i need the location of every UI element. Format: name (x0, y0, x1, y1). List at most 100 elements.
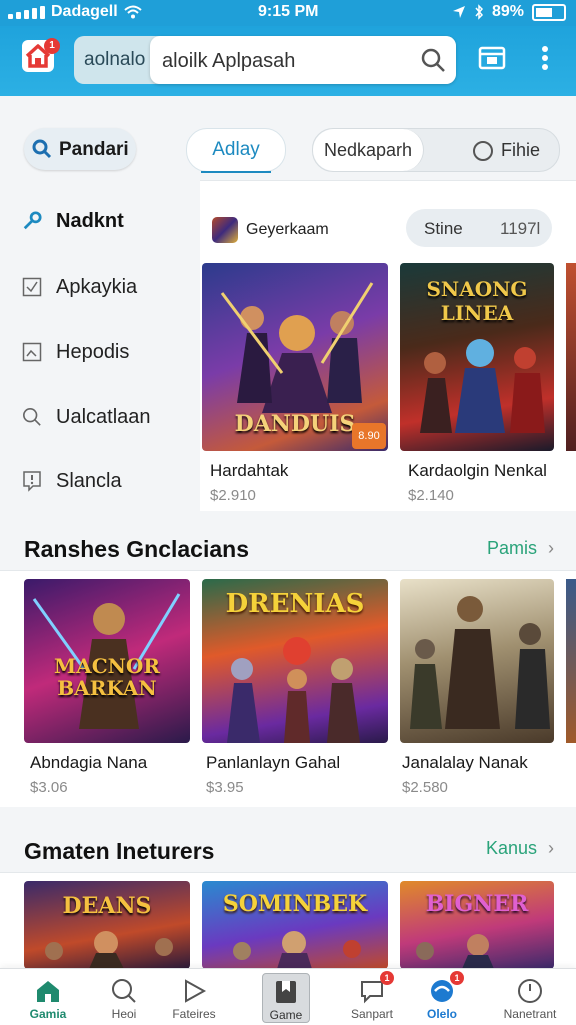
cover-title-art: DRENIAS (225, 589, 365, 619)
game-cover-image: SOMINBEK (202, 881, 388, 969)
app-thumbnail (212, 217, 238, 243)
calendar-button[interactable] (478, 44, 506, 77)
sidebar-item-slancla[interactable]: Slancla (22, 466, 122, 496)
nav-item-gamia[interactable]: Gamia (10, 969, 86, 1025)
battery-percent: 89% (491, 3, 524, 20)
nav-label: Game (269, 1008, 303, 1022)
search-icon (22, 407, 42, 427)
section-carousel: DEANS SOMINBEK BIGNER (0, 872, 576, 969)
chevron-right-icon: › (548, 538, 554, 558)
featured-header-title: Geyerkaam (246, 221, 329, 238)
game-card[interactable]: DEANS (24, 881, 190, 969)
search-input[interactable] (160, 46, 414, 76)
game-card[interactable]: BIGNER (400, 881, 554, 969)
cover-title-art: MACNOR BARKAN (54, 654, 160, 700)
calendar-icon (478, 46, 506, 70)
notification-badge: 1 (450, 971, 464, 985)
search-icon (32, 139, 52, 159)
game-card[interactable]: MACNOR BARKAN Abndagia Nana $3.06 (24, 579, 190, 803)
nav-item-nanetrant[interactable]: Nanetrant (492, 969, 568, 1025)
see-all-label: Pamis (486, 538, 537, 558)
nav-item-olelo[interactable]: 1 Olelo (404, 969, 480, 1025)
game-price: $2.910 (210, 487, 256, 504)
radio-icon[interactable] (473, 141, 493, 161)
game-price: $2.140 (408, 487, 454, 504)
search-icon[interactable] (420, 47, 446, 73)
cover-title-art: DEANS (62, 893, 152, 919)
game-title: Kardaolgin Nenkal (408, 461, 547, 480)
warrior-illustration (410, 596, 550, 729)
game-card[interactable]: Janalalay Nanak $2.580 (400, 579, 554, 803)
search-field (150, 36, 456, 84)
nav-label: Heoi (111, 1007, 137, 1021)
section-title: Gmaten Ineturers (24, 838, 215, 864)
play-icon (185, 979, 207, 1003)
game-title: Janalalay Nanak (402, 753, 528, 772)
game-card[interactable]: DANDUIS 8.90 Hardahtak $2.910 (202, 263, 388, 509)
search-scope-chip[interactable]: aolnalo (84, 49, 145, 71)
carrier-label: Dadagell (51, 3, 118, 20)
nav-item-game[interactable]: Game (262, 973, 310, 1023)
pandari-label: Pandari (59, 139, 129, 160)
nav-label: Fateires (172, 1007, 216, 1021)
sidebar-item-label: Hepodis (56, 340, 130, 363)
bluetooth-icon (475, 4, 483, 20)
nav-item-fateires[interactable]: Fateires (156, 969, 232, 1025)
game-cover-image (400, 579, 554, 743)
sidebar-item-apkaykia[interactable]: Apkaykia (22, 272, 137, 302)
sidebar: Nadknt Apkaykia Hepodis Ualcatlaan Slanc… (0, 180, 200, 510)
bookmark-icon (276, 981, 296, 1003)
stine-value: 1197l (500, 219, 541, 238)
pandari-chip[interactable]: Pandari (24, 128, 136, 170)
next-card-peek (566, 579, 576, 743)
tab-adlay-label: Adlay (212, 139, 260, 160)
segment-control: Nedkaparh Fihie (312, 128, 560, 172)
nav-item-sanpart[interactable]: 1 Sanpart (334, 969, 410, 1025)
game-card[interactable]: SNAONG LINEA Kardaolgin Nenkal $2.140 (400, 263, 554, 509)
sidebar-item-hepodis[interactable]: Hepodis (22, 337, 129, 367)
see-all-link[interactable]: Kanus › (486, 838, 554, 859)
clock: 9:15 PM (258, 3, 319, 20)
bottom-navigation: Gamia Heoi Fateires Game 1 Sanpart 1 Ole… (0, 968, 576, 1025)
tab-underline (201, 171, 271, 173)
nav-item-heoi[interactable]: Heoi (86, 969, 162, 1025)
sidebar-item-label: Slancla (56, 469, 122, 492)
status-bar: Dadagell 9:15 PM 89% (0, 0, 576, 26)
section-carousel: MACNOR BARKAN Abndagia Nana $3.06 DRENIA… (0, 570, 576, 807)
sidebar-item-nadknt[interactable]: Nadknt (22, 206, 124, 236)
image-icon (22, 342, 42, 362)
nav-label: Sanpart (350, 1007, 394, 1021)
stine-label: Stine (424, 219, 463, 238)
sidebar-item-ualcatlaan[interactable]: Ualcatlaan (22, 402, 151, 432)
game-price: $3.06 (30, 779, 68, 796)
featured-panel: Geyerkaam Stine 1197l DANDUIS 8.90 Harda… (200, 180, 576, 511)
tab-adlay[interactable]: Adlay (186, 128, 286, 173)
game-price: $3.95 (206, 779, 244, 796)
next-card-peek (566, 263, 576, 451)
chevron-right-icon: › (548, 838, 554, 858)
see-all-link[interactable]: Pamis › (487, 538, 554, 559)
signal-icon (8, 5, 45, 19)
more-button[interactable] (540, 44, 550, 77)
stine-pill[interactable]: Stine 1197l (406, 209, 552, 247)
nav-label: Nanetrant (503, 1007, 557, 1021)
segment-nedkaparh[interactable]: Nedkaparh (313, 129, 424, 171)
game-cover-image: DANDUIS 8.90 (202, 263, 388, 451)
notification-badge: 1 (44, 38, 60, 54)
game-cover-image: DEANS (24, 881, 190, 969)
game-card[interactable]: SOMINBEK (202, 881, 388, 969)
sidebar-item-label: Nadknt (56, 209, 124, 232)
game-title: Abndagia Nana (30, 753, 148, 772)
game-price: $2.580 (402, 779, 448, 796)
filter-label[interactable]: Fihie (501, 140, 540, 161)
game-card[interactable]: DRENIAS Panlanlayn Gahal $3.95 (202, 579, 388, 803)
cover-title-art: BIGNER (425, 891, 529, 917)
see-all-label: Kanus (485, 838, 537, 858)
section-title: Ranshes Gnclacians (24, 536, 249, 562)
search-bar: aolnalo (74, 36, 456, 84)
wifi-icon (124, 5, 142, 19)
notification-badge: 1 (380, 971, 394, 985)
game-title: Panlanlayn Gahal (206, 753, 341, 772)
search-icon (112, 979, 136, 1003)
game-cover-image: SNAONG LINEA (400, 263, 554, 451)
